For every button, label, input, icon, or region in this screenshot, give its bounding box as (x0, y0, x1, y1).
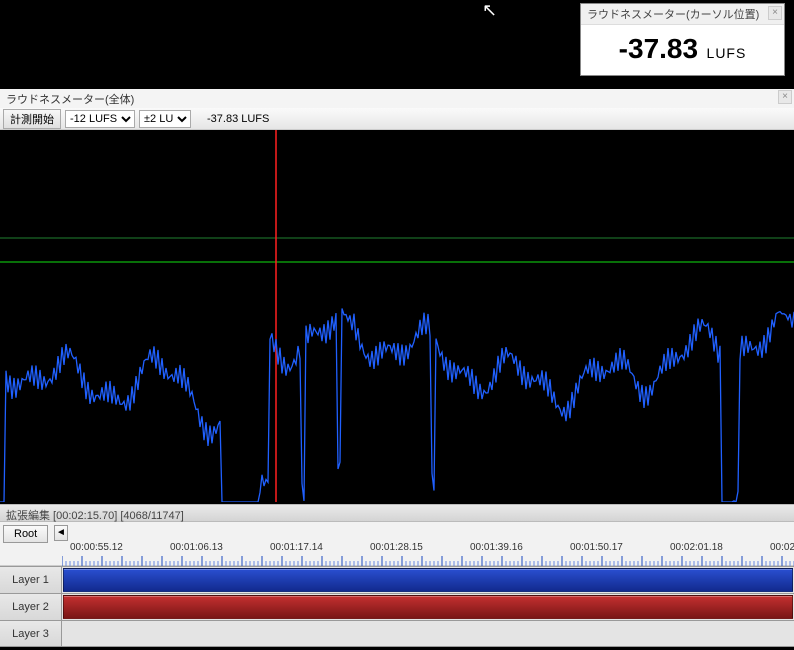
loudness-readout: -37.83 LUFS (207, 113, 269, 125)
layer-row: Layer 3 (0, 620, 794, 647)
tolerance-select[interactable]: ±2 LU (139, 110, 191, 128)
mouse-cursor-icon: ↖ (482, 0, 497, 21)
cursor-loudness-panel: ラウドネスメーター(カーソル位置) × -37.83 LUFS (580, 3, 785, 76)
cursor-loudness-unit: LUFS (707, 45, 747, 61)
measure-start-button[interactable]: 計測開始 (3, 109, 61, 129)
layer-label[interactable]: Layer 2 (0, 594, 62, 620)
layer-row: Layer 2 (0, 593, 794, 620)
time-label: 00:02:01.18 (670, 542, 723, 553)
time-label: 00:01:39.16 (470, 542, 523, 553)
time-label: 00:01:50.17 (570, 542, 623, 553)
cursor-loudness-value: -37.83 (619, 33, 698, 64)
global-loudness-title-bar: ラウドネスメーター(全体) × (0, 89, 794, 110)
root-button[interactable]: Root (3, 525, 48, 543)
time-label: 00:01:06.13 (170, 542, 223, 553)
loudness-graph[interactable] (0, 130, 794, 502)
time-label: 00:02 (770, 542, 794, 553)
clip[interactable] (63, 595, 793, 619)
loudness-waveform (0, 309, 794, 503)
close-icon[interactable]: × (768, 6, 782, 20)
clip[interactable] (63, 568, 793, 592)
time-label: 00:01:17.14 (270, 542, 323, 553)
scroll-left-icon[interactable]: ◄ (54, 525, 68, 541)
global-loudness-title: ラウドネスメーター(全体) (6, 94, 134, 106)
cursor-loudness-title: ラウドネスメーター(カーソル位置) (581, 4, 784, 25)
ext-editor-titlebar: 拡張編集 [00:02:15.70] [4068/11747] (0, 504, 794, 522)
timeline-layers: Layer 1Layer 2Layer 3 (0, 566, 794, 647)
layer-track[interactable] (62, 594, 794, 620)
time-label: 00:00:55.12 (70, 542, 123, 553)
close-icon[interactable]: × (778, 90, 792, 104)
layer-track[interactable] (62, 621, 794, 646)
layer-label[interactable]: Layer 1 (0, 567, 62, 593)
time-ruler[interactable]: 00:00:55.12 00:01:06.13 00:01:17.14 00:01:2… (62, 540, 794, 568)
layer-track[interactable] (62, 567, 794, 593)
layer-label[interactable]: Layer 3 (0, 621, 62, 646)
time-label: 00:01:28.15 (370, 542, 423, 553)
target-lufs-select[interactable]: -12 LUFS (65, 110, 135, 128)
timeline-header: Root ◄ 00:00:55.12 00:01:06.13 00:01:17.14… (0, 522, 794, 566)
layer-row: Layer 1 (0, 566, 794, 593)
loudness-toolbar: 計測開始 -12 LUFS ±2 LU -37.83 LUFS (0, 108, 794, 130)
